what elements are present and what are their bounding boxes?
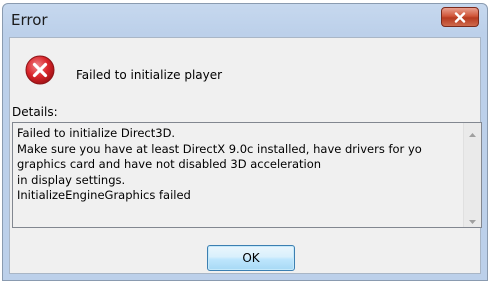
close-button[interactable]	[441, 7, 479, 27]
scroll-up-arrow-icon	[469, 123, 476, 141]
vertical-scrollbar[interactable]	[463, 123, 481, 227]
window-title: Error	[11, 11, 48, 29]
title-bar[interactable]: Error	[3, 4, 487, 37]
dialog-body: Failed to initialize player Details: Fai…	[9, 37, 482, 274]
scroll-down-arrow-icon	[469, 209, 476, 227]
details-label: Details:	[12, 105, 58, 119]
details-text: Failed to initialize Direct3D. Make sure…	[17, 126, 422, 202]
error-dialog: Error Failed to initialize player Detail…	[2, 3, 488, 281]
details-textbox[interactable]: Failed to initialize Direct3D. Make sure…	[12, 122, 482, 228]
scroll-up-button[interactable]	[464, 123, 481, 140]
scroll-down-button[interactable]	[464, 210, 481, 227]
ok-button[interactable]: OK	[207, 245, 295, 271]
close-icon	[454, 11, 466, 23]
error-icon	[25, 55, 55, 85]
error-message: Failed to initialize player	[76, 68, 223, 82]
